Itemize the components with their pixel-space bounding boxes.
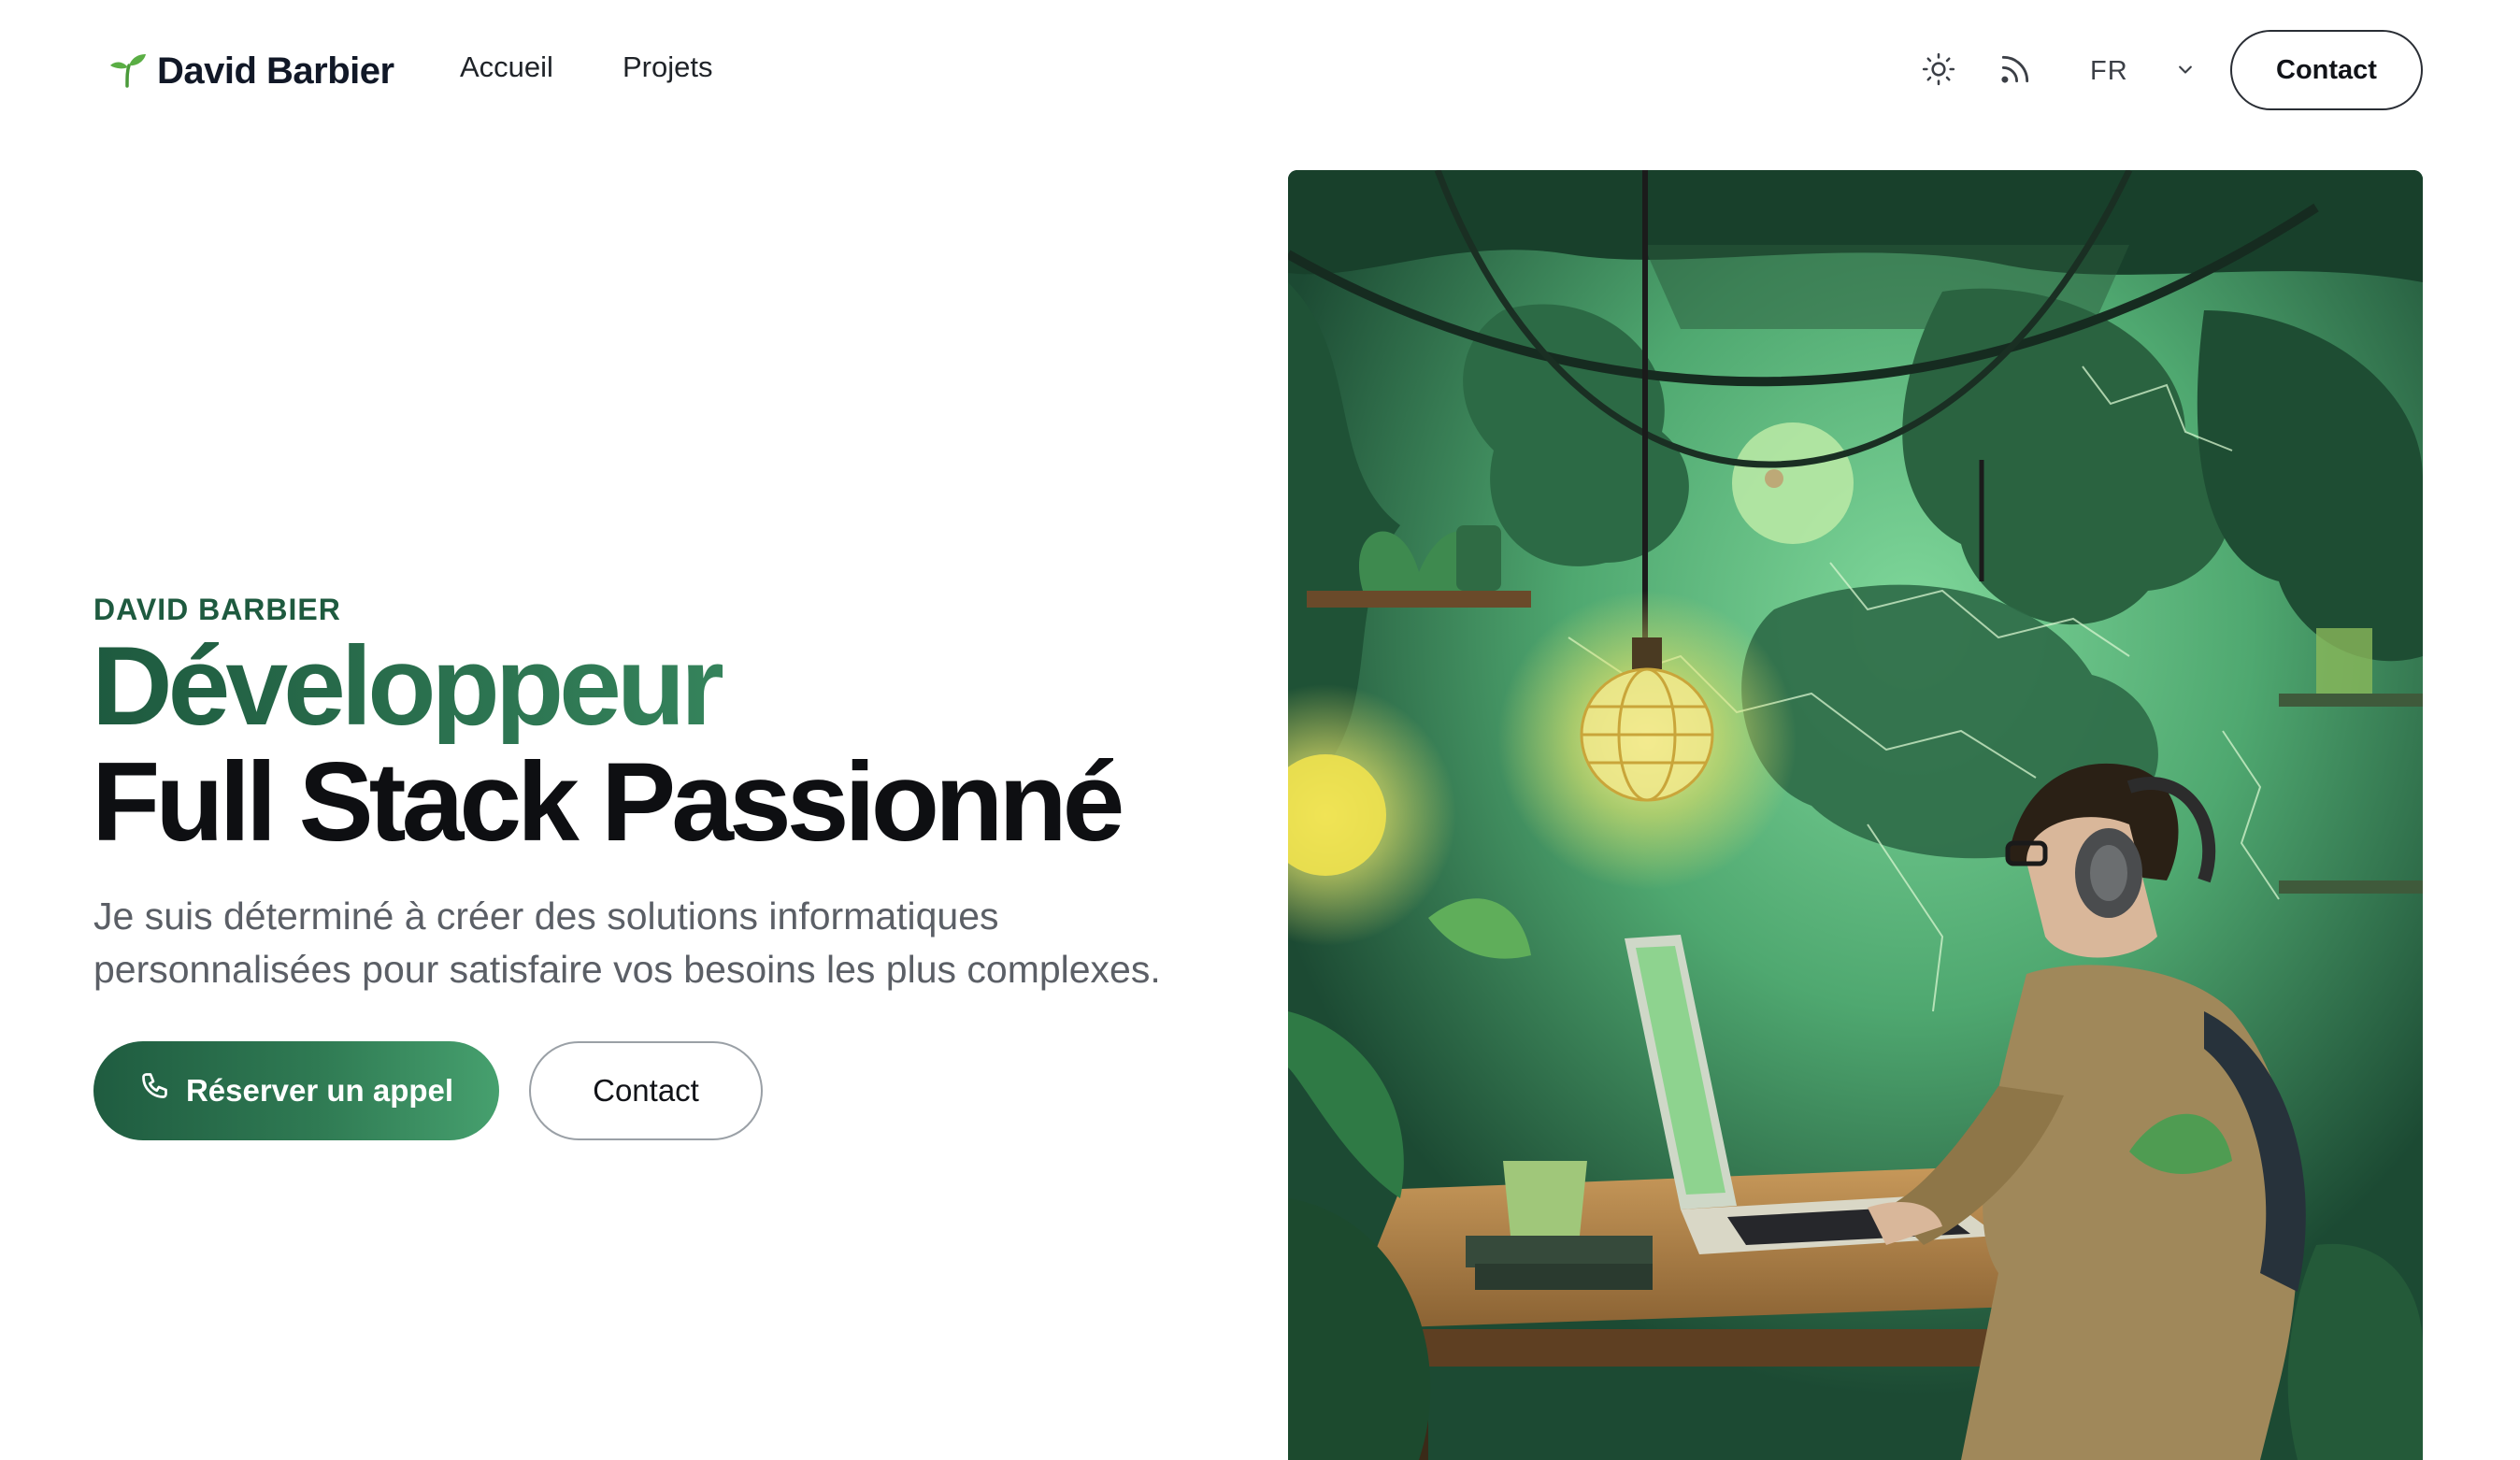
hero-contact-button[interactable]: Contact [529,1041,763,1140]
nav-link-projets[interactable]: Projets [623,50,712,84]
phone-icon [139,1070,173,1111]
sun-icon [1921,51,1956,92]
language-select[interactable]: FR [2077,49,2198,93]
hero-title-line2: Full Stack Passionné [92,739,1124,865]
hero-eyebrow: DAVID BARBIER [93,593,341,626]
hero-title-line1: Développeur [92,628,1232,744]
nav-link-accueil[interactable]: Accueil [460,50,553,84]
hero-illustration [1288,170,2423,1460]
logo-text: David Barbier [157,50,394,92]
developer-jungle-illustration [1288,170,2423,1460]
logo-link[interactable]: David Barbier [107,49,394,93]
chevron-down-icon [2172,56,2198,87]
theme-toggle-button[interactable] [1914,47,1963,95]
hero-subtitle: Je suis déterminé à créer des solutions … [93,895,1161,991]
rss-feed-button[interactable] [1991,47,2040,95]
hero-title: Développeur Full Stack Passionné [92,628,1232,860]
site-header: David Barbier Accueil Projets FR Contact [0,0,2520,140]
book-call-button[interactable]: Réserver un appel [93,1041,499,1140]
rss-icon [1997,51,2033,92]
language-selected: FR [2090,55,2128,86]
sprout-icon [107,49,148,94]
book-call-label: Réserver un appel [185,1073,454,1108]
header-contact-button[interactable]: Contact [2230,30,2423,110]
